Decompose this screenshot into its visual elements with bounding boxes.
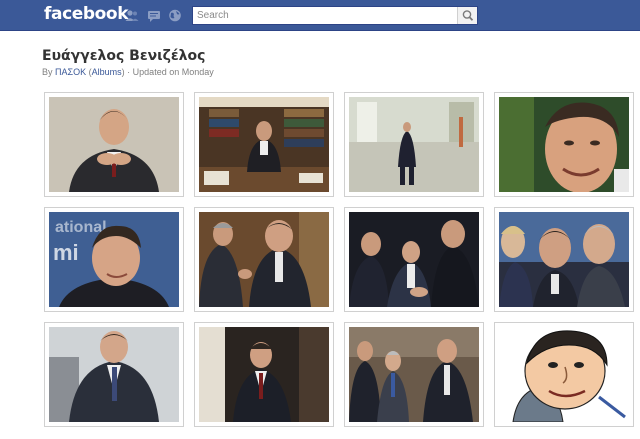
photo-12-caricature[interactable] (499, 327, 629, 422)
notifications-globe-icon[interactable] (168, 9, 182, 22)
search-box[interactable] (192, 6, 478, 25)
photo-tile[interactable] (194, 92, 334, 197)
photo-tile[interactable] (194, 207, 334, 312)
photo-4-smiling-closeup[interactable] (499, 97, 629, 192)
photo-1-portrait-hands-clasped[interactable] (49, 97, 179, 192)
photo-tile[interactable]: ational mi (44, 207, 184, 312)
photo-tile[interactable] (344, 92, 484, 197)
photo-5-closeup-blue-background[interactable]: ational mi (49, 212, 179, 307)
album-title: Ευάγγελος Βενιζέλος (42, 48, 206, 64)
updated-text: Updated on Monday (132, 67, 214, 77)
photo-tile[interactable] (494, 92, 634, 197)
photo-2-office-bookshelf[interactable] (199, 97, 329, 192)
search-button[interactable] (457, 7, 477, 24)
messages-icon[interactable] (147, 9, 161, 22)
albums-close-paren: ) (121, 67, 125, 77)
svg-text:ational: ational (55, 219, 107, 236)
facebook-logo[interactable]: facebook (44, 4, 129, 24)
photo-tile[interactable] (44, 322, 184, 427)
albums-link[interactable]: Albums (92, 67, 122, 77)
search-input[interactable] (193, 7, 457, 24)
svg-text:mi: mi (53, 240, 79, 265)
photo-11-group-walking[interactable] (349, 327, 479, 422)
photo-8-group-of-men[interactable] (499, 212, 629, 307)
top-bar: facebook (0, 0, 640, 31)
photo-6-conversation[interactable] (199, 212, 329, 307)
photo-3-standing-in-hall[interactable] (349, 97, 479, 192)
photo-tile[interactable] (44, 92, 184, 197)
photo-9-standing-portrait[interactable] (49, 327, 179, 422)
byline-separator: · (127, 67, 131, 77)
album-byline: By ΠΑΣΟΚ (Albums) · Updated on Monday (42, 67, 214, 77)
photo-tile[interactable] (494, 207, 634, 312)
photo-tile[interactable] (344, 322, 484, 427)
owner-link[interactable]: ΠΑΣΟΚ (55, 67, 86, 77)
photo-tile[interactable] (344, 207, 484, 312)
photo-grid: ational mi (44, 92, 634, 439)
photo-tile[interactable] (494, 322, 634, 427)
search-magnifier-icon (462, 10, 474, 21)
photo-tile[interactable] (194, 322, 334, 427)
by-prefix: By (42, 67, 53, 77)
friend-requests-icon[interactable] (125, 9, 139, 22)
photo-7-handshake-group[interactable] (349, 212, 479, 307)
photo-10-walking-in-corridor[interactable] (199, 327, 329, 422)
